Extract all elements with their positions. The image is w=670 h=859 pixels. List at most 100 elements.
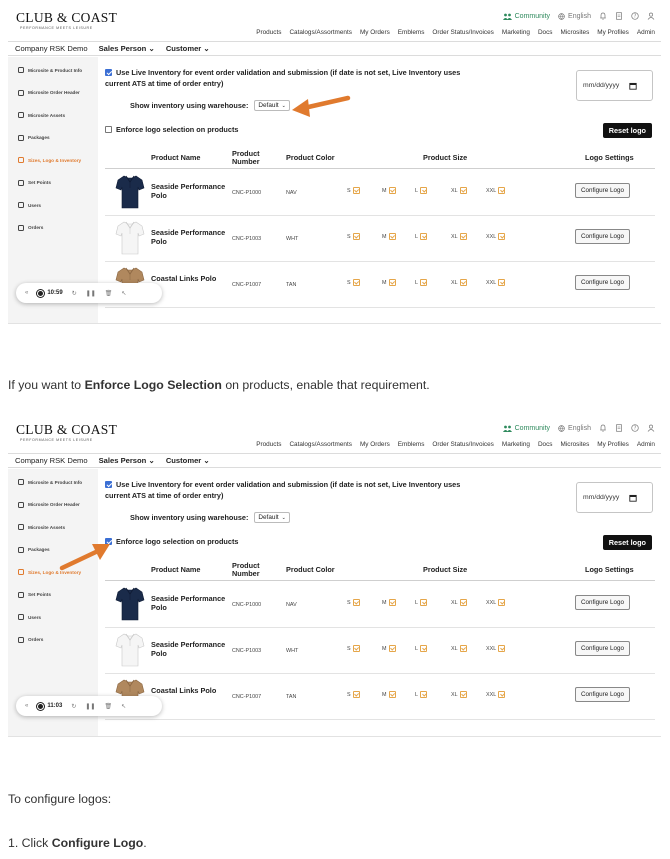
help-icon[interactable]: ? bbox=[631, 424, 639, 432]
nav-item[interactable]: Docs bbox=[538, 29, 553, 36]
reset-logo-button[interactable]: Reset logo bbox=[602, 535, 652, 550]
sidebar-item[interactable]: Users bbox=[8, 194, 98, 217]
size-checkbox[interactable] bbox=[352, 645, 360, 652]
configure-logo-button[interactable]: Configure Logo bbox=[574, 275, 630, 290]
size-checkbox[interactable] bbox=[498, 279, 506, 286]
size-option[interactable]: XL bbox=[451, 279, 467, 286]
company-selector[interactable]: Company RSK Demo bbox=[15, 456, 88, 465]
size-option[interactable]: M bbox=[382, 599, 396, 606]
sidebar-item[interactable]: Orders bbox=[8, 217, 98, 240]
collapse-icon[interactable]: « bbox=[25, 703, 28, 709]
community-link[interactable]: Community bbox=[502, 425, 550, 432]
size-option[interactable]: XXL bbox=[486, 233, 506, 240]
cursor-icon[interactable]: ↖ bbox=[121, 703, 126, 710]
size-option[interactable]: XL bbox=[451, 599, 467, 606]
size-checkbox[interactable] bbox=[420, 645, 427, 652]
nav-item[interactable]: Docs bbox=[538, 441, 553, 448]
nav-item[interactable]: Products bbox=[256, 441, 281, 448]
trash-icon[interactable]: 🗑 bbox=[104, 703, 112, 710]
sidebar-item[interactable]: Microsite & Product Info bbox=[8, 471, 98, 494]
trash-icon[interactable]: 🗑 bbox=[105, 290, 113, 297]
customer-dropdown[interactable]: Customer ⌄ bbox=[166, 456, 210, 465]
customer-dropdown[interactable]: Customer ⌄ bbox=[166, 44, 210, 53]
reset-logo-button[interactable]: Reset logo bbox=[602, 123, 652, 138]
bell-icon[interactable] bbox=[599, 12, 607, 20]
collapse-icon[interactable]: « bbox=[25, 290, 28, 296]
calendar-icon[interactable] bbox=[629, 82, 637, 90]
nav-item[interactable]: My Profiles bbox=[597, 29, 629, 36]
size-option[interactable]: L bbox=[415, 691, 427, 698]
size-option[interactable]: L bbox=[415, 645, 427, 652]
configure-logo-button[interactable]: Configure Logo bbox=[574, 641, 630, 656]
sidebar-item[interactable]: Set Points bbox=[8, 584, 98, 607]
sidebar-item[interactable]: Packages bbox=[8, 539, 98, 562]
warehouse-select[interactable]: Default ⌄ bbox=[254, 100, 290, 111]
enforce-logo-option[interactable]: Enforce logo selection on products bbox=[105, 536, 238, 547]
restart-icon[interactable]: ↻ bbox=[71, 703, 76, 710]
nav-item[interactable]: Emblems bbox=[398, 441, 425, 448]
size-checkbox[interactable] bbox=[388, 599, 396, 606]
document-icon[interactable] bbox=[615, 12, 623, 20]
size-checkbox[interactable] bbox=[498, 187, 506, 194]
size-option[interactable]: M bbox=[382, 187, 396, 194]
size-checkbox[interactable] bbox=[352, 279, 360, 286]
size-option[interactable]: L bbox=[415, 279, 427, 286]
nav-item[interactable]: Order Status/Invoices bbox=[432, 29, 493, 36]
record-icon[interactable] bbox=[37, 702, 45, 710]
size-checkbox[interactable] bbox=[388, 233, 396, 240]
sales-person-dropdown[interactable]: Sales Person ⌄ bbox=[99, 44, 155, 53]
nav-item[interactable]: Admin bbox=[637, 441, 655, 448]
brand-logo[interactable]: CLUB & COAST bbox=[16, 422, 117, 438]
size-checkbox[interactable] bbox=[498, 233, 506, 240]
enforce-logo-option[interactable]: Enforce logo selection on products bbox=[105, 124, 238, 135]
nav-item[interactable]: My Profiles bbox=[597, 441, 629, 448]
size-option[interactable]: S bbox=[347, 599, 360, 606]
pause-icon[interactable]: ❚❚ bbox=[85, 703, 95, 710]
configure-logo-button[interactable]: Configure Logo bbox=[574, 229, 630, 244]
configure-logo-button[interactable]: Configure Logo bbox=[574, 183, 630, 198]
size-checkbox[interactable] bbox=[420, 187, 427, 194]
size-checkbox[interactable] bbox=[498, 691, 506, 698]
configure-logo-button[interactable]: Configure Logo bbox=[574, 687, 630, 702]
sidebar-item[interactable]: Microsite Order Header bbox=[8, 82, 98, 105]
size-option[interactable]: S bbox=[347, 233, 360, 240]
size-checkbox[interactable] bbox=[388, 187, 396, 194]
bell-icon[interactable] bbox=[599, 424, 607, 432]
size-checkbox[interactable] bbox=[420, 691, 427, 698]
size-option[interactable]: S bbox=[347, 279, 360, 286]
size-option[interactable]: S bbox=[347, 691, 360, 698]
enforce-logo-checkbox[interactable] bbox=[105, 126, 112, 133]
nav-item[interactable]: Marketing bbox=[502, 441, 530, 448]
size-option[interactable]: L bbox=[415, 599, 427, 606]
live-inventory-checkbox[interactable] bbox=[105, 481, 112, 488]
nav-item[interactable]: Marketing bbox=[502, 29, 530, 36]
size-checkbox[interactable] bbox=[459, 187, 467, 194]
nav-item[interactable]: Order Status/Invoices bbox=[432, 441, 493, 448]
nav-item[interactable]: Microsites bbox=[561, 29, 590, 36]
pause-icon[interactable]: ❚❚ bbox=[86, 290, 96, 297]
size-checkbox[interactable] bbox=[459, 279, 467, 286]
nav-item[interactable]: My Orders bbox=[360, 29, 390, 36]
nav-item[interactable]: Emblems bbox=[398, 29, 425, 36]
sidebar-item[interactable]: Microsite & Product Info bbox=[8, 59, 98, 82]
size-checkbox[interactable] bbox=[388, 279, 396, 286]
size-option[interactable]: XXL bbox=[486, 279, 506, 286]
sidebar-item[interactable]: Orders bbox=[8, 629, 98, 652]
size-checkbox[interactable] bbox=[459, 645, 467, 652]
size-option[interactable]: XL bbox=[451, 233, 467, 240]
size-option[interactable]: M bbox=[382, 645, 396, 652]
record-icon[interactable] bbox=[37, 289, 45, 297]
sidebar-item[interactable]: Set Points bbox=[8, 172, 98, 195]
nav-item[interactable]: Catalogs/Assortments bbox=[289, 441, 352, 448]
size-checkbox[interactable] bbox=[420, 233, 427, 240]
sidebar-item[interactable]: Microsite Order Header bbox=[8, 494, 98, 517]
configure-logo-button[interactable]: Configure Logo bbox=[574, 595, 630, 610]
brand-logo[interactable]: CLUB & COAST bbox=[16, 10, 117, 26]
size-option[interactable]: XXL bbox=[486, 187, 506, 194]
size-option[interactable]: M bbox=[382, 233, 396, 240]
inventory-date-input[interactable]: mm/dd/yyyy bbox=[576, 482, 653, 513]
sidebar-item[interactable]: Sizes, Logo & Inventory bbox=[8, 561, 98, 584]
enforce-logo-checkbox[interactable] bbox=[105, 538, 112, 545]
size-option[interactable]: XXL bbox=[486, 691, 506, 698]
help-icon[interactable]: ? bbox=[631, 12, 639, 20]
